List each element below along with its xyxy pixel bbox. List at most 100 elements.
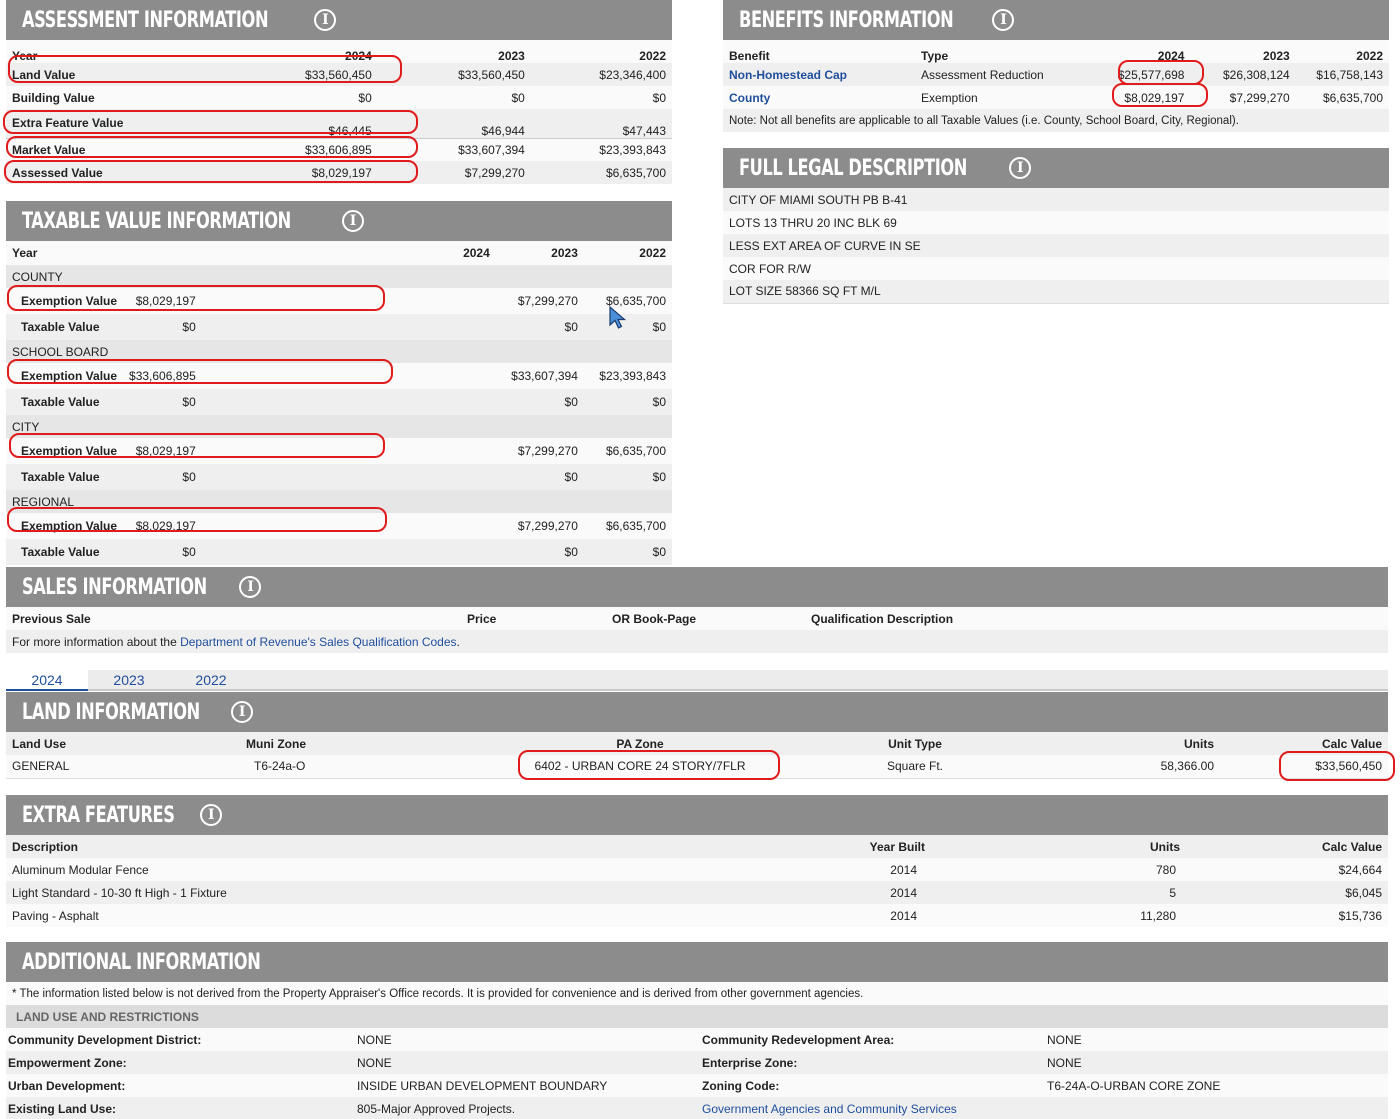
cell: $0 xyxy=(652,395,666,409)
col-year: Year xyxy=(12,246,38,260)
info-icon[interactable]: i xyxy=(200,804,222,826)
info-icon[interactable]: i xyxy=(341,210,364,232)
info-icon[interactable]: i xyxy=(239,576,262,598)
cell: $0 xyxy=(358,90,372,105)
table-row: Community Development District: NONE Com… xyxy=(6,1028,1388,1051)
additional-header: ADDITIONAL INFORMATION xyxy=(6,942,1388,982)
exemption-label: Exemption Value xyxy=(21,444,118,458)
government-agencies-link[interactable]: Government Agencies and Community Servic… xyxy=(696,1097,1041,1119)
cell: 6402 - URBAN CORE 24 STORY/7FLR xyxy=(534,759,746,774)
sales-qualification-link[interactable]: Department of Revenue's Sales Qualificat… xyxy=(180,635,456,649)
cell: $26,308,124 xyxy=(1222,67,1290,82)
benefits-title: BENEFITS INFORMATION xyxy=(739,7,954,33)
cell: $0 xyxy=(652,90,666,105)
cell: $7,299,270 xyxy=(1229,90,1290,105)
assessment-header: ASSESSMENT INFORMATION i xyxy=(6,0,672,40)
col-units: Units xyxy=(1184,736,1214,751)
col-2023: 2023 xyxy=(498,49,525,63)
cell: $7,299,270 xyxy=(517,294,578,308)
exemption-label: Exemption Value xyxy=(21,369,118,383)
additional-title: ADDITIONAL INFORMATION xyxy=(22,949,261,975)
taxable-title: TAXABLE VALUE INFORMATION xyxy=(22,208,291,234)
table-row: Exemption Value $8,029,197 $7,299,270 $6… xyxy=(6,438,672,464)
cell: $23,393,843 xyxy=(599,142,666,157)
table-row: Extra Feature Value $46,445 $46,944 $47,… xyxy=(6,109,672,138)
row-label: Extra Feature Value xyxy=(12,116,124,131)
table-row: Exemption Value $8,029,197 $7,299,270 $6… xyxy=(6,288,672,314)
cell: $33,606,895 xyxy=(305,142,372,157)
benefits-header: BENEFITS INFORMATION i xyxy=(723,0,1389,40)
assessment-title: ASSESSMENT INFORMATION xyxy=(22,7,269,33)
cell: $33,560,450 xyxy=(458,67,525,82)
table-row: Non-Homestead Cap Assessment Reduction $… xyxy=(723,63,1389,86)
additional-table: * The information listed below is not de… xyxy=(6,982,1388,1119)
col-2022: 2022 xyxy=(1356,49,1383,63)
table-row: County Exemption $8,029,197 $7,299,270 $… xyxy=(723,86,1389,109)
tab-2023[interactable]: 2023 xyxy=(88,670,170,691)
cell: $8,029,197 xyxy=(1124,90,1185,105)
additional-note: * The information listed below is not de… xyxy=(12,987,864,1000)
tab-2024[interactable]: 2024 xyxy=(6,670,88,691)
extra-panel: EXTRA FEATURES i Description Year Built … xyxy=(6,795,1388,927)
cell: GENERAL xyxy=(12,759,70,774)
cell: 2014 xyxy=(890,862,917,877)
cell: $0 xyxy=(652,470,666,484)
cell: $15,736 xyxy=(1338,908,1382,923)
sales-title: SALES INFORMATION xyxy=(22,574,207,600)
cell: $8,029,197 xyxy=(311,165,372,180)
cell: $6,635,700 xyxy=(1322,90,1383,105)
cell: $8,029,197 xyxy=(135,294,196,308)
cell: $0 xyxy=(652,320,666,334)
col-2022: 2022 xyxy=(639,246,666,260)
table-row: Existing Land Use: 805-Major Approved Pr… xyxy=(6,1097,1388,1119)
col-year-built: Year Built xyxy=(869,839,925,854)
benefits-note: Note: Not all benefits are applicable to… xyxy=(729,114,1239,127)
cell: $0 xyxy=(652,545,666,559)
exemption-label: Exemption Value xyxy=(21,294,118,308)
land-use-restrictions-header: LAND USE AND RESTRICTIONS xyxy=(16,1009,199,1024)
col-year: Year xyxy=(12,49,38,63)
info-icon[interactable]: i xyxy=(1009,157,1031,179)
col-benefit: Benefit xyxy=(729,49,770,63)
cell: $46,944 xyxy=(481,123,525,138)
row-label: Building Value xyxy=(12,90,95,105)
legal-title: FULL LEGAL DESCRIPTION xyxy=(739,155,967,181)
cell: $8,029,197 xyxy=(135,444,196,458)
col-2024: 2024 xyxy=(345,49,372,63)
benefits-panel: BENEFITS INFORMATION i Benefit Type 2024… xyxy=(723,0,1389,132)
assessment-panel: ASSESSMENT INFORMATION i Year 2024 2023 … xyxy=(6,0,672,184)
legal-line: LOTS 13 THRU 20 INC BLK 69 xyxy=(729,215,897,230)
table-row: Land Value $33,560,450 $33,560,450 $23,3… xyxy=(6,63,672,86)
col-type: Type xyxy=(921,49,949,63)
info-icon[interactable]: i xyxy=(992,9,1015,31)
info-value: INSIDE URBAN DEVELOPMENT BOUNDARY xyxy=(357,1078,608,1093)
taxable-panel: TAXABLE VALUE INFORMATION i Year 2024 20… xyxy=(6,201,672,565)
info-value: NONE xyxy=(1047,1055,1082,1070)
info-value: NONE xyxy=(357,1055,392,1070)
info-label: Zoning Code: xyxy=(702,1078,780,1093)
info-icon[interactable]: i xyxy=(314,9,337,31)
info-icon[interactable]: i xyxy=(230,701,253,723)
group-regional: REGIONAL xyxy=(12,494,75,509)
sales-header: SALES INFORMATION i xyxy=(6,567,1388,607)
info-value: 805-Major Approved Projects. xyxy=(357,1101,516,1116)
cell: $6,635,700 xyxy=(605,444,666,458)
cell: $0 xyxy=(511,90,525,105)
benefit-link[interactable]: County xyxy=(723,86,915,109)
cell: 2014 xyxy=(890,908,917,923)
info-label: Existing Land Use: xyxy=(8,1101,117,1116)
cell: $33,607,394 xyxy=(458,142,525,157)
cell: Aluminum Modular Fence xyxy=(12,862,149,877)
cell: $0 xyxy=(564,320,578,334)
taxable-table: Year 2024 2023 2022 COUNTY Exemption Val… xyxy=(6,241,672,565)
col-unit-type: Unit Type xyxy=(888,736,942,751)
assessment-table: Year 2024 2023 2022 Land Value $33,560,4… xyxy=(6,40,672,184)
tab-2022[interactable]: 2022 xyxy=(170,670,252,691)
benefit-link[interactable]: Non-Homestead Cap xyxy=(723,63,915,86)
col-or-book-page: OR Book-Page xyxy=(612,611,697,626)
table-row: Taxable Value $0 $0 $0 xyxy=(6,314,672,340)
col-land-use: Land Use xyxy=(12,736,67,751)
table-row: Exemption Value $8,029,197 $7,299,270 $6… xyxy=(6,513,672,539)
cell: $25,577,698 xyxy=(1117,67,1185,82)
legal-line: CITY OF MIAMI SOUTH PB B-41 xyxy=(729,192,908,207)
